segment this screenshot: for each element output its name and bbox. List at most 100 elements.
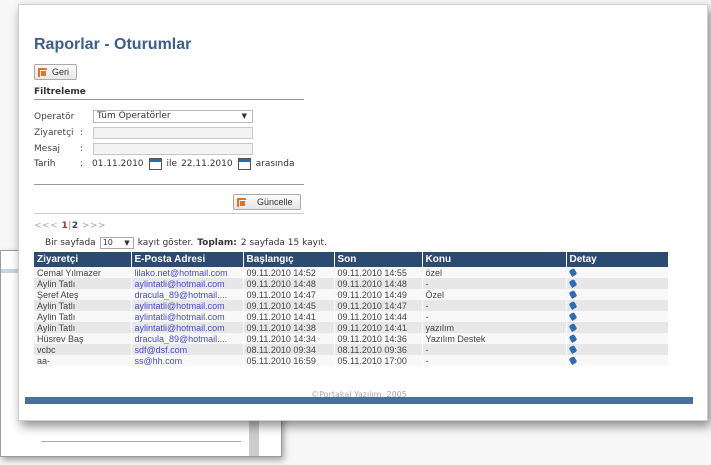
detail-icon[interactable]: [568, 300, 577, 310]
calendar-icon[interactable]: [148, 158, 162, 170]
email-link[interactable]: sdf@dsf.com: [131, 344, 244, 355]
table-header-row: Ziyaretçi E-Posta Adresi Başlangıç Son K…: [34, 252, 669, 267]
pager-divider: [34, 213, 304, 214]
subject-cell: Özel: [422, 289, 567, 300]
detail-icon[interactable]: [568, 267, 577, 277]
filter-bottom-divider: [34, 184, 304, 185]
date-from-value[interactable]: 01.11.2010: [92, 159, 144, 169]
table-row: aa- ss@hh.com 05.11.2010 16:59 05.11.201…: [34, 355, 669, 366]
detail-cell: [566, 267, 669, 278]
email-link[interactable]: lilako.net@hotmail.com: [131, 267, 244, 278]
detail-icon[interactable]: [568, 355, 577, 365]
table-row: Şeref Ateş dracula_89@hotmail.... 09.11.…: [34, 289, 669, 300]
visitor-colon: :: [80, 128, 84, 138]
filter-section-title: Filtreleme: [34, 87, 86, 97]
email-link[interactable]: aylintatli@hotmail.com: [131, 322, 244, 333]
visitor-cell: Aylin Tatlı: [34, 300, 132, 311]
email-link[interactable]: aylintatli@hotmail.com: [131, 278, 244, 289]
total-text: 2 sayfada 15 kayıt.: [240, 238, 327, 248]
back-icon: [38, 67, 47, 77]
subject-cell: -: [422, 278, 567, 289]
table-body: Cemal Yılmazer lilako.net@hotmail.com 09…: [34, 267, 669, 366]
subject-cell: yazılım: [422, 322, 567, 333]
back-button[interactable]: Geri: [34, 64, 78, 80]
date-between-label: ile: [166, 159, 178, 169]
column-header[interactable]: Konu: [422, 252, 567, 267]
visitor-cell: Aylin Tatlı: [34, 322, 132, 333]
background-window-divider: [41, 441, 241, 442]
column-header[interactable]: E-Posta Adresi: [131, 252, 244, 267]
start-cell: 05.11.2010 16:59: [243, 355, 335, 366]
date-suffix-label: arasında: [255, 159, 295, 169]
detail-cell: [566, 300, 669, 311]
total-label: Toplam:: [197, 238, 237, 248]
end-cell: 05.11.2010 17:00: [334, 355, 423, 366]
per-page-value: 10: [102, 238, 113, 247]
email-link[interactable]: dracula_89@hotmail....: [131, 289, 244, 300]
subject-cell: -: [422, 344, 567, 355]
update-icon: [237, 197, 246, 207]
column-header[interactable]: Başlangıç: [243, 252, 335, 267]
message-colon: :: [80, 144, 84, 154]
detail-icon[interactable]: [568, 322, 577, 332]
detail-cell: [566, 278, 669, 289]
pager-first[interactable]: <<<: [34, 221, 58, 231]
subject-cell: -: [422, 300, 567, 311]
detail-icon[interactable]: [568, 311, 577, 321]
sessions-table: Ziyaretçi E-Posta Adresi Başlangıç Son K…: [34, 252, 669, 366]
detail-icon[interactable]: [568, 289, 577, 299]
end-cell: 08.11.2010 09:36: [334, 344, 423, 355]
email-link[interactable]: aylintatli@hotmail.com: [131, 311, 244, 322]
start-cell: 09.11.2010 14:47: [243, 289, 335, 300]
email-link[interactable]: aylintatli@hotmail.com: [131, 300, 244, 311]
email-link[interactable]: dracula_89@hotmail....: [131, 333, 244, 344]
table-row: Aylin Tatlı aylintatli@hotmail.com 09.11…: [34, 322, 669, 333]
column-header[interactable]: Ziyaretçi: [34, 252, 132, 267]
visitor-cell: Aylin Tatlı: [34, 311, 132, 322]
email-link[interactable]: ss@hh.com: [131, 355, 244, 366]
message-input[interactable]: [93, 143, 253, 155]
column-header[interactable]: Son: [334, 252, 423, 267]
detail-cell: [566, 344, 669, 355]
page-title: Raporlar - Oturumlar: [34, 36, 192, 53]
message-label: Mesaj: [34, 144, 61, 154]
visitor-input[interactable]: [93, 127, 253, 139]
date-label: Tarih: [34, 159, 56, 169]
operator-select[interactable]: Tüm Operatörler ▼: [93, 110, 253, 123]
date-to-value[interactable]: 22.11.2010: [181, 159, 233, 169]
detail-icon[interactable]: [568, 333, 577, 343]
pager-next[interactable]: >>>: [82, 221, 106, 231]
operator-select-value: Tüm Operatörler: [97, 111, 171, 121]
table-row: Aylin Tatlı aylintatli@hotmail.com 09.11…: [34, 300, 669, 311]
subject-cell: Yazılım Destek: [422, 333, 567, 344]
visitor-cell: Cemal Yılmazer: [34, 267, 132, 278]
visitor-cell: aa-: [34, 355, 132, 366]
end-cell: 09.11.2010 14:55: [334, 267, 423, 278]
end-cell: 09.11.2010 14:49: [334, 289, 423, 300]
visitor-cell: vcbc: [34, 344, 132, 355]
table-row: Hüsrev Baş dracula_89@hotmail.... 09.11.…: [34, 333, 669, 344]
start-cell: 09.11.2010 14:48: [243, 278, 335, 289]
footer-copyright: ©Portakal Yazılım, 2005: [311, 390, 407, 399]
table-row: Aylin Tatlı aylintatli@hotmail.com 09.11…: [34, 311, 669, 322]
start-cell: 09.11.2010 14:45: [243, 300, 335, 311]
table-row: vcbc sdf@dsf.com 08.11.2010 09:34 08.11.…: [34, 344, 669, 355]
table-row: Aylin Tatlı aylintatli@hotmail.com 09.11…: [34, 278, 669, 289]
detail-cell: [566, 311, 669, 322]
detail-cell: [566, 289, 669, 300]
start-cell: 09.11.2010 14:38: [243, 322, 335, 333]
detail-icon[interactable]: [568, 278, 577, 288]
end-cell: 09.11.2010 14:41: [334, 322, 423, 333]
calendar-icon[interactable]: [237, 158, 251, 170]
start-cell: 08.11.2010 09:34: [243, 344, 335, 355]
pager-page-2[interactable]: 2: [72, 221, 79, 231]
back-button-label: Geri: [52, 67, 70, 77]
filter-title-divider: [34, 99, 304, 100]
message-row: Mesaj :: [34, 144, 92, 154]
column-header: Detay: [566, 252, 669, 267]
detail-icon[interactable]: [568, 344, 577, 354]
start-cell: 09.11.2010 14:34: [243, 333, 335, 344]
per-page-select[interactable]: 10 ▼: [99, 237, 134, 249]
start-cell: 09.11.2010 14:41: [243, 311, 335, 322]
update-button[interactable]: Güncelle: [233, 194, 301, 210]
